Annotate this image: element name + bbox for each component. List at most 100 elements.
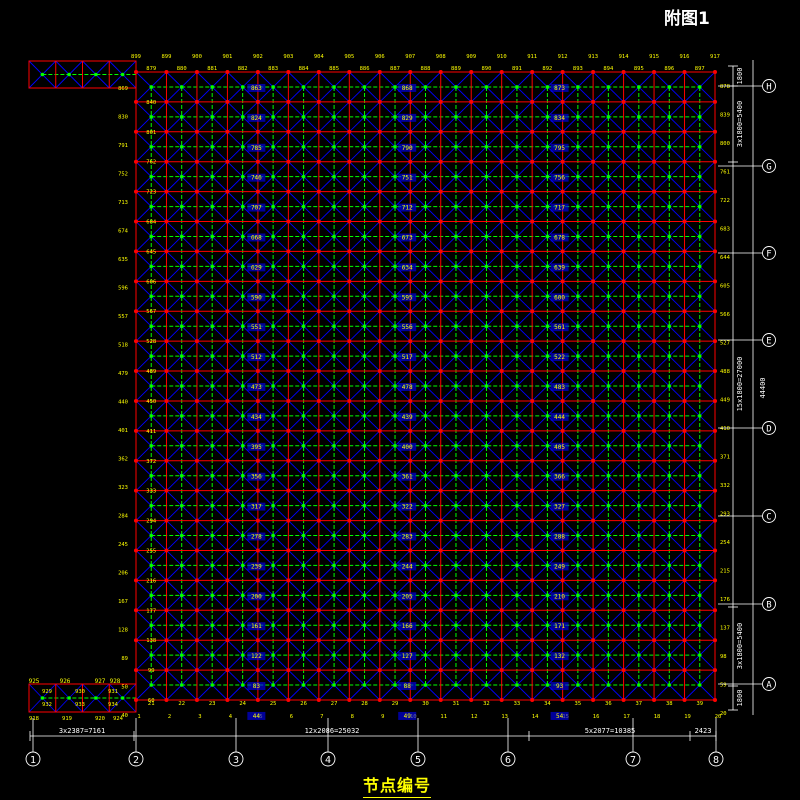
node (332, 115, 336, 119)
node (332, 473, 336, 478)
node (240, 563, 245, 568)
node-label: 411 (146, 429, 156, 435)
node (621, 129, 626, 134)
node-label: 200 (251, 593, 262, 600)
axis-bubble-label: 3 (233, 755, 239, 766)
node-label: 83 (253, 683, 261, 690)
node (591, 249, 596, 254)
node (164, 488, 169, 493)
node (240, 533, 245, 538)
node-label: 478 (402, 384, 413, 391)
node (667, 414, 672, 418)
dimension-text: 3x1800=5400 (736, 101, 744, 147)
node (438, 638, 443, 643)
node (194, 189, 199, 194)
node (682, 99, 687, 104)
node (377, 428, 382, 433)
node (134, 129, 138, 134)
node (271, 653, 275, 657)
node-label: 914 (619, 54, 630, 60)
node (423, 444, 428, 448)
node (347, 398, 352, 403)
node (530, 339, 535, 344)
node-label: 206 (118, 570, 128, 576)
node (271, 503, 275, 508)
node (682, 518, 687, 523)
node-label: 931 (108, 689, 118, 695)
node-label: 927 (95, 678, 106, 685)
node (194, 428, 199, 433)
node (301, 174, 306, 179)
node-label: 395 (251, 444, 262, 451)
node (255, 99, 260, 104)
node (210, 324, 214, 328)
axis-bubble-label: 8 (713, 755, 719, 766)
node (240, 264, 245, 269)
node (134, 518, 138, 523)
node (454, 653, 458, 657)
node-label: 137 (720, 625, 730, 631)
node (423, 264, 428, 269)
node (316, 638, 321, 643)
node-label: 639 (554, 264, 565, 271)
node (194, 608, 199, 613)
node (423, 623, 428, 628)
node (545, 264, 550, 269)
node (697, 653, 702, 657)
dimension-text: 3x1800=5400 (736, 623, 744, 669)
node (194, 309, 199, 314)
node-label: 3 (198, 714, 201, 720)
node (591, 518, 596, 523)
node (591, 339, 596, 344)
node (286, 129, 291, 134)
node (621, 339, 626, 344)
node (362, 204, 367, 209)
node (393, 623, 397, 628)
node (454, 354, 458, 358)
node (667, 533, 672, 538)
node (591, 638, 596, 643)
node (499, 518, 504, 523)
node (40, 72, 45, 77)
node-label: 39 (696, 701, 703, 707)
node (499, 129, 504, 134)
node-numbering-drawing: 925 926 927 928929 930 931932 933 934918 919 920 9… (25, 54, 776, 767)
node-label: 795 (554, 145, 565, 152)
node (134, 309, 138, 314)
node (164, 99, 169, 104)
node-label: 488 (720, 369, 730, 375)
node-label: 934 (108, 702, 119, 708)
node (499, 99, 504, 104)
node (240, 503, 245, 508)
node (255, 159, 260, 164)
node (652, 249, 657, 254)
node (286, 698, 291, 702)
node (530, 398, 535, 403)
node (240, 444, 245, 448)
node (286, 219, 291, 224)
node (637, 234, 641, 239)
node (286, 369, 291, 374)
node (362, 115, 367, 119)
node-label: 410 (720, 426, 730, 432)
node (286, 638, 291, 643)
node (667, 623, 672, 628)
node (484, 533, 489, 538)
node (713, 159, 717, 164)
node (194, 668, 199, 673)
node (423, 354, 428, 358)
node (637, 384, 641, 388)
node (225, 249, 230, 254)
node (667, 384, 672, 388)
node (149, 444, 154, 448)
node (179, 623, 184, 628)
node (515, 174, 519, 179)
node (515, 324, 519, 328)
node (149, 324, 154, 328)
node (210, 204, 214, 209)
node (210, 593, 214, 598)
node-label: 800 (720, 141, 730, 147)
node (255, 249, 260, 254)
node (560, 219, 565, 224)
node (255, 548, 260, 553)
